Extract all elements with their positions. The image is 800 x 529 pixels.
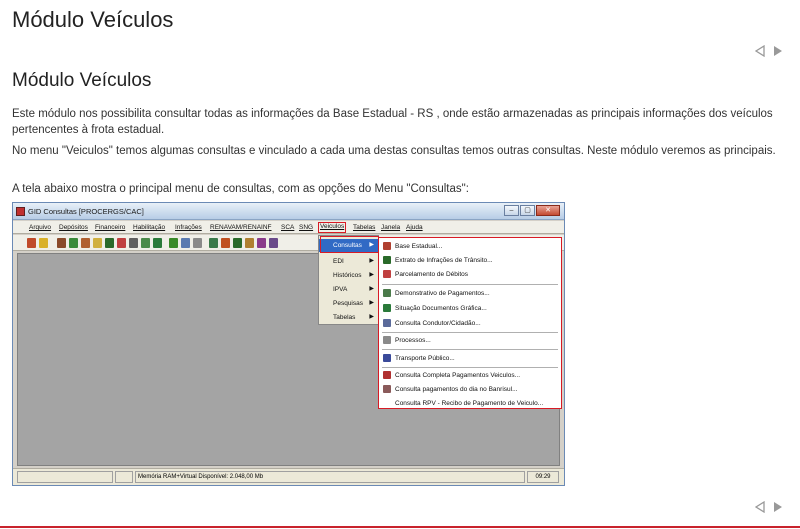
consultas-item: Parcelamento de Débitos	[381, 268, 559, 281]
status-cell	[115, 471, 133, 483]
menu-ajuda: Ajuda	[406, 224, 423, 231]
bottom-rule	[0, 526, 800, 528]
folder-icon	[245, 238, 254, 248]
search-icon	[93, 238, 102, 248]
consultas-item: Consulta Condutor/Cidadão...	[381, 317, 559, 330]
document-icon	[383, 336, 391, 344]
tool-icon	[81, 238, 90, 248]
triangle-right-icon[interactable]	[772, 500, 784, 514]
tool-icon	[27, 238, 36, 248]
submenu-historicos: Históricos ▶	[333, 272, 374, 279]
consultas-item: Consulta Completa Pagamentos Veiculos...	[381, 369, 559, 382]
consultas-item: Transporte Público...	[381, 352, 559, 365]
menu-depositos: Depósitos	[59, 224, 88, 231]
menu-separator	[382, 367, 558, 368]
consultas-item: Processos...	[381, 334, 559, 347]
building-icon	[141, 238, 150, 248]
status-memory: Memória RAM+Virtual Disponível: 2.048,00…	[135, 471, 525, 483]
book-icon	[257, 238, 266, 248]
menu-sca: SCA	[281, 224, 295, 231]
table-icon	[209, 238, 218, 248]
top-nav	[754, 44, 784, 58]
app-statusbar: Memória RAM+Virtual Disponível: 2.048,00…	[13, 468, 564, 485]
tree-icon	[69, 238, 78, 248]
consultas-item: Consulta RPV - Recibo de Pagamento de Ve…	[395, 400, 544, 407]
document-icon	[383, 289, 391, 297]
triangle-left-icon[interactable]	[754, 500, 766, 514]
book-icon	[269, 238, 278, 248]
consultas-item: Base Estadual...	[381, 240, 559, 253]
menu-tabelas: Tabelas	[353, 224, 376, 231]
submenu-edi: EDI ▶	[333, 258, 374, 265]
menu-infracoes: Infrações	[175, 224, 202, 231]
menu-habilitacao: Habilitação	[133, 224, 166, 231]
menu-veiculos: Veiculos	[318, 222, 347, 233]
menu-separator	[382, 284, 558, 285]
menu-paragraph: No menu "Veiculos" temos algumas consult…	[12, 145, 776, 157]
grid-icon	[383, 304, 391, 312]
person-icon	[181, 238, 190, 248]
maximize-button: ▢	[520, 205, 535, 216]
person-icon	[383, 242, 391, 250]
app-screenshot: GID Consultas [PROCERGS/CAC] – ▢ ✕ Arqui…	[12, 202, 565, 486]
traffic-light-icon	[383, 256, 391, 264]
close-button: ✕	[536, 205, 560, 216]
hammer-icon	[57, 238, 66, 248]
consultas-item: Situação Documentos Gráfica...	[381, 302, 559, 315]
document-icon	[129, 238, 138, 248]
app-window-title: GID Consultas [PROCERGS/CAC]	[28, 207, 144, 216]
menu-separator	[382, 349, 558, 350]
bottom-nav	[754, 500, 784, 514]
calendar-icon	[383, 385, 391, 393]
bus-icon	[383, 354, 391, 362]
status-cell	[17, 471, 113, 483]
triangle-left-icon[interactable]	[754, 44, 766, 58]
minimize-button: –	[504, 205, 519, 216]
tree-icon	[169, 238, 178, 248]
triangle-right-icon[interactable]	[772, 44, 784, 58]
lock-icon	[39, 238, 48, 248]
app-menubar: Arquivo Depósitos Financeiro Habilitação…	[13, 221, 564, 234]
person-icon	[383, 319, 391, 327]
menu-financeiro: Financeiro	[95, 224, 126, 231]
app-logo-icon	[16, 207, 25, 216]
consultas-item: Demonstrativo de Pagamentos...	[381, 287, 559, 300]
menu-separator	[382, 332, 558, 333]
consultas-item: Extrato de Infrações de Trânsito...	[381, 254, 559, 267]
status-time: 09:29	[527, 471, 559, 483]
page-title: Módulo Veículos	[12, 7, 174, 32]
traffic-light-icon	[105, 238, 114, 248]
intro-paragraph: Este módulo nos possibilita consultar to…	[12, 108, 773, 136]
pencil-icon	[117, 238, 126, 248]
consultas-item: Consulta pagamentos do dia no Banrisul..…	[381, 383, 559, 396]
car-icon	[383, 371, 391, 379]
grid-icon	[153, 238, 162, 248]
menu-renavam: RENAVAM/RENAINF	[210, 224, 272, 231]
map-icon	[221, 238, 230, 248]
menu-janela: Janela	[381, 224, 401, 231]
menu-sng: SNG	[299, 224, 314, 231]
consultas-submenu: Base Estadual... Extrato de Infrações de…	[378, 237, 562, 409]
image-icon	[193, 238, 202, 248]
consultas-highlight	[320, 236, 379, 253]
section-title: Módulo Veículos	[12, 70, 152, 91]
map-icon	[233, 238, 242, 248]
submenu-ipva: IPVA ▶	[333, 286, 374, 293]
submenu-tabelas: Tabelas ▶	[333, 314, 374, 321]
menu-arquivo: Arquivo	[29, 224, 52, 231]
pencil-icon	[383, 270, 391, 278]
app-titlebar: GID Consultas [PROCERGS/CAC] – ▢ ✕	[13, 203, 564, 220]
screenshot-caption: A tela abaixo mostra o principal menu de…	[12, 183, 469, 195]
submenu-pesquisas: Pesquisas ▶	[333, 300, 374, 307]
